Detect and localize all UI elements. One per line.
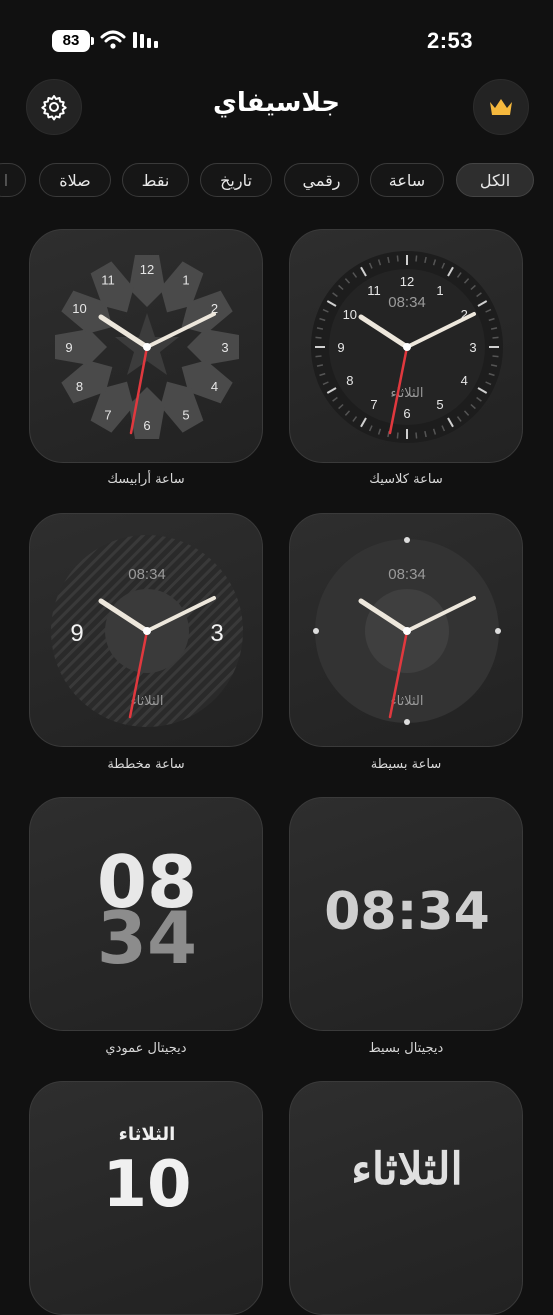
classic-clock-face: 123456789101112 08:34 الثلاثاء xyxy=(311,251,503,443)
calligraphy-day: الثلاثاء xyxy=(351,1144,463,1195)
hour-number: 3 xyxy=(469,340,476,355)
tab-prayer[interactable]: صلاة xyxy=(39,163,111,197)
hour-number: 10 xyxy=(343,307,357,322)
wifi-icon xyxy=(100,30,126,49)
day-name: الثلاثاء xyxy=(118,1124,176,1145)
widget-label: ساعة كلاسيك xyxy=(369,472,443,487)
status-time: 2:53 xyxy=(426,28,473,53)
widget-vertical-digital[interactable]: 08 34 xyxy=(29,797,263,1031)
hour-number: 9 xyxy=(337,340,344,355)
widget-simple-digital[interactable]: 08:34 xyxy=(289,797,523,1031)
hour-number: 4 xyxy=(211,379,218,394)
hour-number: 12 xyxy=(140,262,154,277)
minute-tick xyxy=(315,355,322,358)
hour-number: 8 xyxy=(346,373,353,388)
arabesque-clock-face: 123456789101112 xyxy=(55,255,239,439)
tab-dots[interactable]: نقط xyxy=(122,163,189,197)
widget-arabesque-clock[interactable]: 1 2 3 4 5 6 7 8 9 10 11 12 xyxy=(29,229,263,463)
svg-text:الثلاثاء: الثلاثاء xyxy=(131,694,164,709)
minute-tick xyxy=(396,432,399,439)
battery-cap xyxy=(91,37,94,45)
widget-label: ديجيتال بسيط xyxy=(368,1041,444,1056)
hour-number: 1 xyxy=(182,273,189,288)
tab-date[interactable]: تاريخ xyxy=(200,163,272,197)
widget-date[interactable]: الثلاثاء 10 xyxy=(29,1081,263,1315)
striped-clock-face: 08:34 9 3 الثلاثاء xyxy=(51,535,243,727)
svg-text:الثلاثاء: الثلاثاء xyxy=(391,694,424,709)
arabesque-petal xyxy=(187,329,239,365)
svg-text:08:34: 08:34 xyxy=(128,566,166,583)
hour-number: 10 xyxy=(72,301,86,316)
widget-calligraphy[interactable]: الثلاثاء xyxy=(289,1081,523,1315)
category-tabs: ا صلاة نقط تاريخ رقمي ساعة الكل xyxy=(0,163,553,199)
hour-number: 9 xyxy=(65,340,72,355)
widget-label: ساعة أرابيسك xyxy=(107,472,185,487)
tab-all[interactable]: الكل xyxy=(456,163,534,197)
hour-number: 6 xyxy=(143,418,150,433)
hour-number: 11 xyxy=(367,283,381,298)
arabesque-petal xyxy=(55,329,107,365)
simple-clock-face: 08:34 الثلاثاء xyxy=(313,537,501,725)
battery-indicator: 83 xyxy=(52,30,90,52)
hour-number: 5 xyxy=(436,397,443,412)
widget-classic-clock[interactable]: 1 2 3 4 5 6 7 8 9 10 11 12 08:34 الثلاثاء xyxy=(289,229,523,463)
minute-tick xyxy=(492,336,499,339)
cellular-signal-icon xyxy=(133,32,158,48)
digital-time: 08:34 xyxy=(388,294,426,311)
hour-number: 5 xyxy=(182,408,189,423)
hour-number: 12 xyxy=(400,274,414,289)
minute-tick xyxy=(315,336,322,339)
hour-number: 11 xyxy=(101,273,115,288)
svg-text:08:34: 08:34 xyxy=(388,566,426,583)
date-number: 10 xyxy=(102,1148,192,1222)
widget-simple-clock[interactable]: 08:34 الثلاثاء xyxy=(289,513,523,747)
minute-tick xyxy=(415,255,418,262)
hour-number: 7 xyxy=(370,397,377,412)
digital-time: 08:34 xyxy=(324,882,490,942)
premium-button[interactable] xyxy=(473,79,529,135)
hour-number: 7 xyxy=(104,408,111,423)
widget-label: ديجيتال عمودي xyxy=(105,1041,187,1056)
crown-icon xyxy=(490,99,512,115)
hour-number: 8 xyxy=(76,379,83,394)
app-title: جلاسيفاي xyxy=(213,88,340,118)
widget-label: ساعة مخططة xyxy=(107,757,185,772)
widget-label: ساعة بسيطة xyxy=(370,757,442,772)
day-name: الثلاثاء xyxy=(391,386,424,401)
hour-number: 3 xyxy=(221,340,228,355)
hour-number: 1 xyxy=(436,283,443,298)
tab-overflow[interactable]: ا xyxy=(0,163,26,197)
tab-clock[interactable]: ساعة xyxy=(370,163,444,197)
svg-text:9: 9 xyxy=(70,620,83,647)
hour-number: 6 xyxy=(403,406,410,421)
minute-tick xyxy=(396,255,399,262)
minute-tick xyxy=(415,432,418,439)
widget-striped-clock[interactable]: 08:34 9 3 الثلاثاء xyxy=(29,513,263,747)
minute-digits: 34 xyxy=(96,896,198,980)
minute-tick xyxy=(492,355,499,358)
tab-digital[interactable]: رقمي xyxy=(284,163,359,197)
hour-number: 4 xyxy=(461,373,468,388)
svg-text:3: 3 xyxy=(210,620,223,647)
